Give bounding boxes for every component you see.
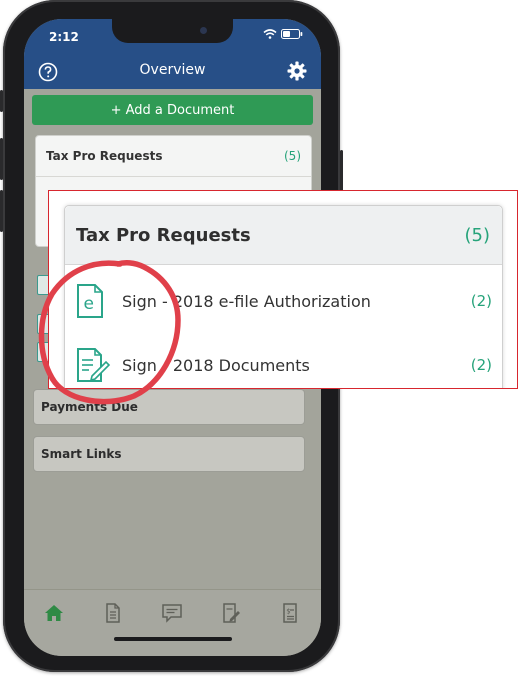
status-time: 2:12 [49, 30, 79, 44]
tax-form-icon[interactable] [220, 602, 242, 624]
gear-icon[interactable] [287, 61, 307, 81]
device-notch [112, 19, 233, 43]
home-icon[interactable] [43, 602, 65, 624]
callout-count: (5) [464, 224, 491, 246]
volume-up-button [0, 138, 3, 180]
app-header: 2:12 Overview [24, 19, 321, 89]
svg-text:$: $ [286, 608, 290, 616]
tax-pro-card-header: Tax Pro Requests (5) [36, 136, 311, 177]
section-label: Smart Links [41, 447, 122, 461]
front-camera [200, 27, 207, 34]
request-count: (2) [470, 292, 492, 310]
callout-title: Tax Pro Requests [76, 224, 251, 246]
callout-header: Tax Pro Requests (5) [65, 206, 502, 265]
page-title: Overview [139, 62, 206, 78]
tab-bar: $ [24, 589, 321, 656]
home-indicator [114, 637, 232, 641]
message-icon[interactable] [161, 602, 183, 624]
highlight-annotation [38, 260, 181, 405]
add-document-button[interactable]: + Add a Document [32, 95, 313, 125]
request-count: (2) [470, 356, 492, 374]
tax-pro-card-title: Tax Pro Requests [46, 149, 163, 163]
wifi-icon [263, 29, 277, 39]
smart-links-section[interactable]: Smart Links [33, 436, 305, 472]
battery-icon [281, 29, 303, 39]
status-icons [263, 29, 303, 39]
invoice-icon[interactable]: $ [279, 602, 301, 624]
document-icon[interactable] [102, 602, 124, 624]
volume-down-button [0, 190, 3, 232]
tax-pro-card-count: (5) [284, 149, 301, 163]
mute-switch [0, 90, 3, 112]
